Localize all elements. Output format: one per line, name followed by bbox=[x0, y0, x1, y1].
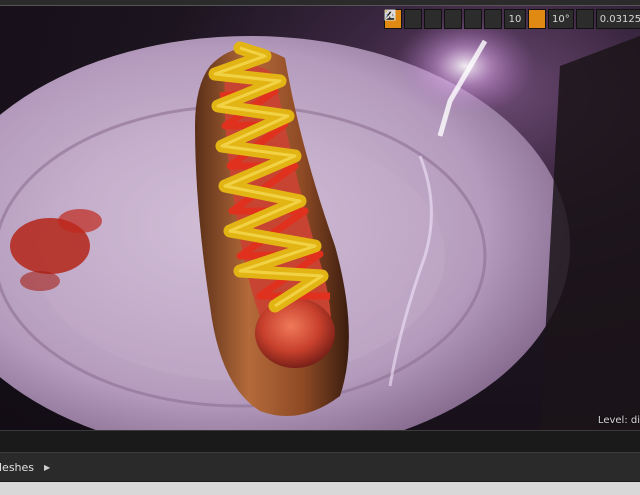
rotation-snap-value[interactable]: 10° bbox=[548, 9, 574, 29]
content-browser-area bbox=[0, 482, 640, 495]
rotation-snap-toggle[interactable] bbox=[385, 9, 546, 29]
background-plane bbox=[540, 36, 640, 430]
scale-snap-value[interactable]: 0.03125 bbox=[595, 9, 640, 29]
viewport-transform-toolbar: 10 10° 0.03125 bbox=[384, 9, 640, 29]
sausage-end bbox=[255, 298, 335, 368]
level-viewport[interactable]: 10 10° 0.03125 Level: di bbox=[0, 6, 640, 430]
surface-snap-button[interactable] bbox=[386, 9, 482, 29]
grid-snap-value[interactable]: 10 bbox=[504, 9, 526, 29]
breadcrumb-arrow-icon[interactable]: ▶ bbox=[44, 463, 50, 472]
scale-mode-button[interactable] bbox=[386, 9, 442, 29]
world-local-toggle[interactable] bbox=[385, 9, 462, 29]
scale-snap-toggle[interactable] bbox=[385, 9, 594, 29]
content-browser-path-bar: leshes ▶ bbox=[0, 452, 640, 482]
grid-snap-toggle[interactable] bbox=[384, 9, 502, 29]
scale-snap-icon bbox=[385, 10, 395, 20]
current-level-label: Level: di bbox=[597, 415, 640, 426]
light-flare bbox=[395, 16, 535, 116]
breadcrumb-folder[interactable]: leshes bbox=[0, 461, 34, 474]
rotate-mode-button[interactable] bbox=[385, 9, 422, 29]
viewport-scene bbox=[0, 16, 640, 430]
panel-separator bbox=[0, 430, 640, 452]
